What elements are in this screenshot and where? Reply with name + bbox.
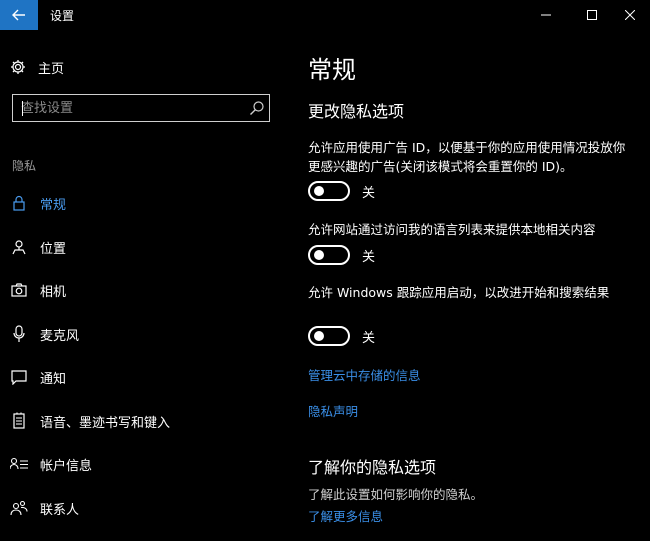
sidebar-item-location[interactable]: 位置: [0, 232, 280, 262]
camera-icon: [10, 281, 28, 299]
option-language-list-toggle-row: 关: [308, 245, 375, 265]
sidebar-item-account-info[interactable]: 帐户信息: [0, 449, 280, 479]
close-button[interactable]: [612, 4, 648, 26]
sidebar-item-speech-inking-typing[interactable]: 语音、墨迹书写和键入: [0, 406, 280, 436]
maximize-button[interactable]: [574, 4, 610, 26]
contacts-icon: [10, 499, 28, 517]
toggle-state-label: 关: [362, 185, 376, 201]
sidebar-item-label: 联系人: [40, 502, 80, 518]
maximize-icon: [587, 10, 597, 20]
gear-icon: [11, 60, 25, 74]
sidebar-item-label: 位置: [40, 241, 67, 257]
sidebar-item-label: 麦克风: [40, 328, 80, 344]
sidebar-item-label: 相机: [40, 284, 67, 300]
manage-cloud-info-link[interactable]: 管理云中存储的信息: [308, 365, 421, 384]
section-title: 更改隐私选项: [308, 102, 405, 121]
lock-icon: [10, 194, 28, 212]
search-icon[interactable]: [249, 100, 265, 116]
sidebar-item-label: 帐户信息: [40, 458, 93, 474]
back-button[interactable]: [0, 0, 38, 30]
sidebar-item-contacts[interactable]: 联系人: [0, 493, 280, 523]
search-input[interactable]: [13, 95, 239, 121]
toggle-knob: [314, 250, 324, 260]
sidebar-item-label: 常规: [40, 197, 67, 213]
toggle-state-label: 关: [362, 249, 376, 265]
sidebar-item-microphone[interactable]: 麦克风: [0, 319, 280, 349]
app-tracking-toggle[interactable]: [308, 326, 350, 346]
sidebar-home[interactable]: 主页: [10, 56, 64, 78]
notification-icon: [10, 368, 28, 386]
option-app-tracking-toggle-row: 关: [308, 326, 375, 346]
toggle-knob: [314, 331, 324, 341]
language-list-toggle[interactable]: [308, 245, 350, 265]
sidebar-item-camera[interactable]: 相机: [0, 275, 280, 305]
option-ad-id-toggle-row: 关: [308, 181, 375, 201]
home-label: 主页: [38, 61, 65, 77]
option-language-list-text: 允许网站通过访问我的语言列表来提供本地相关内容: [308, 222, 596, 237]
text-caret: [22, 101, 23, 116]
close-icon: [625, 10, 635, 20]
learn-privacy-desc: 了解此设置如何影响你的隐私。: [308, 487, 484, 502]
window-title: 设置: [50, 9, 75, 23]
location-icon: [10, 238, 28, 256]
option-app-tracking-text: 允许 Windows 跟踪应用启动，以改进开始和搜索结果: [308, 285, 610, 300]
page-title: 常规: [308, 56, 356, 84]
sidebar-item-notifications[interactable]: 通知: [0, 362, 280, 392]
learn-more-link[interactable]: 了解更多信息: [308, 506, 383, 525]
toggle-state-label: 关: [362, 330, 376, 346]
learn-privacy-title: 了解你的隐私选项: [308, 458, 437, 477]
back-arrow-icon: [12, 9, 25, 21]
sidebar-item-label: 通知: [40, 371, 67, 387]
microphone-icon: [10, 325, 28, 343]
privacy-section-label: 隐私: [12, 159, 37, 173]
sidebar-item-label: 语音、墨迹书写和键入: [40, 415, 171, 431]
minimize-button[interactable]: [528, 4, 564, 26]
privacy-statement-link[interactable]: 隐私声明: [308, 401, 358, 420]
ad-id-toggle[interactable]: [308, 181, 350, 201]
title-bar: 设置: [0, 0, 650, 30]
account-info-icon: [10, 455, 28, 473]
minimize-icon: [541, 14, 551, 16]
sidebar-item-general[interactable]: 常规: [0, 188, 280, 218]
toggle-knob: [314, 186, 324, 196]
option-ad-id-text: 允许应用使用广告 ID，以便基于你的应用使用情况投放你更感兴趣的广告(关闭该模式…: [308, 140, 626, 174]
speech-icon: [10, 412, 28, 430]
search-box[interactable]: [12, 94, 270, 122]
